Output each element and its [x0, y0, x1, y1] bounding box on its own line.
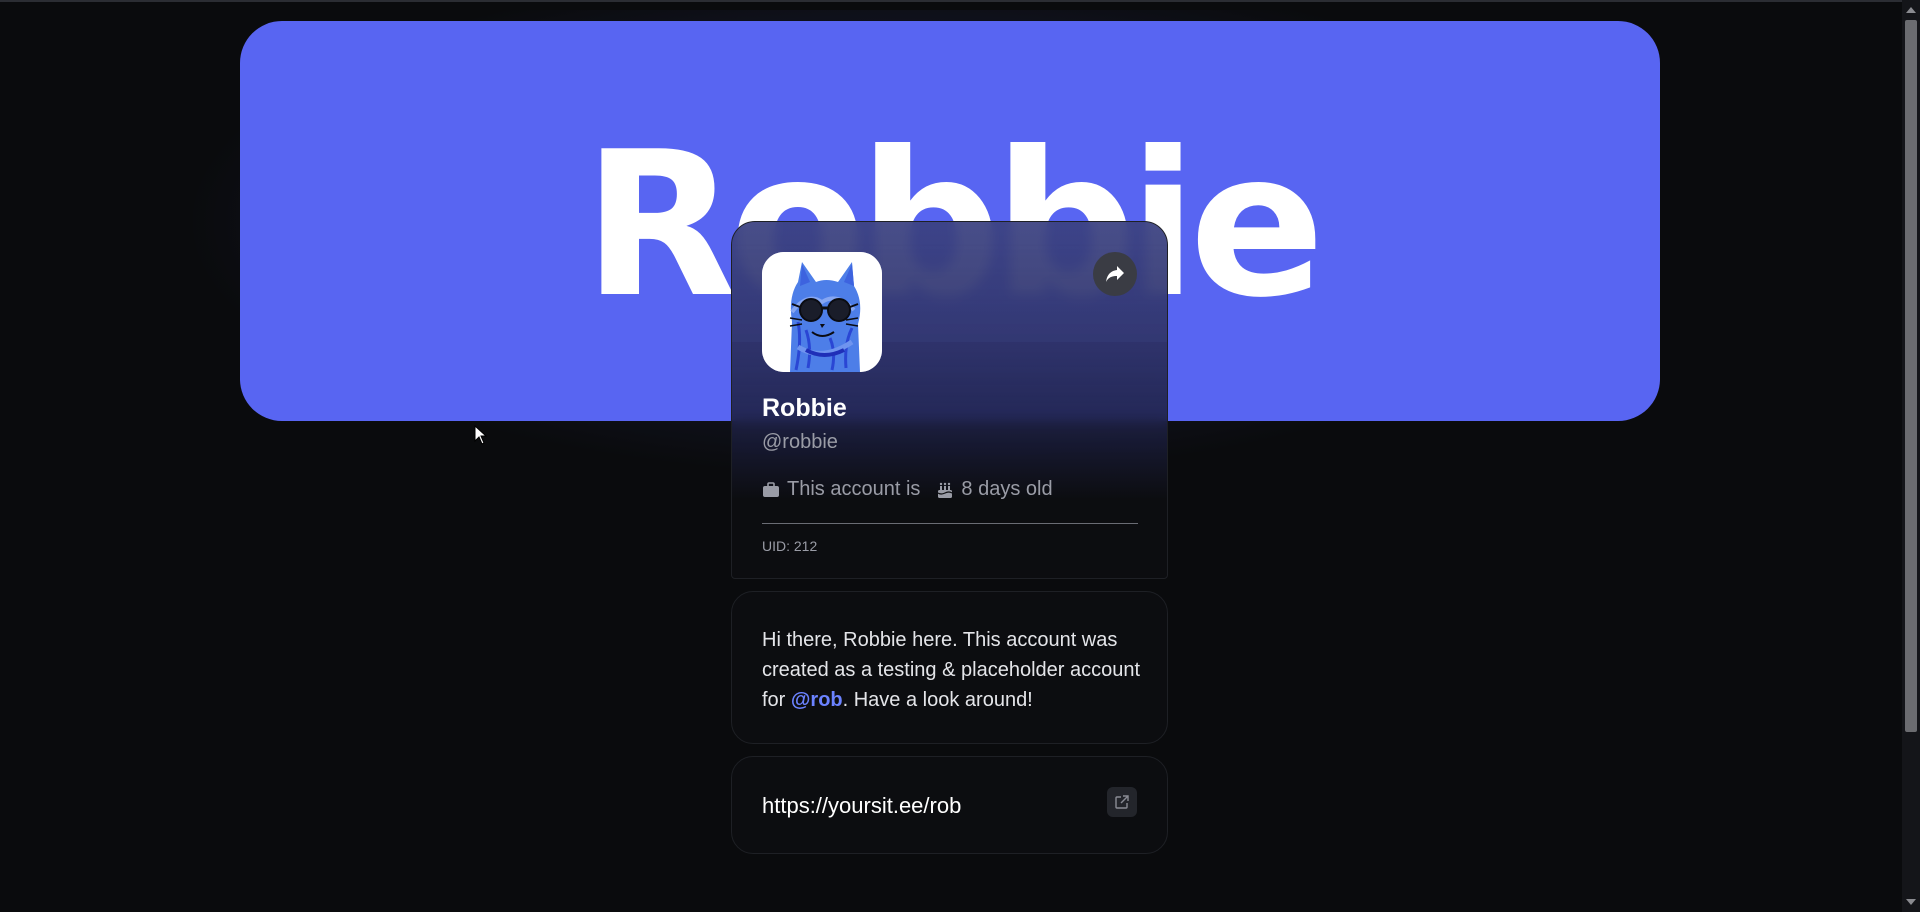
bio-text: Hi there, Robbie here. This account was … — [762, 625, 1147, 715]
share-button[interactable] — [1093, 252, 1137, 296]
avatar[interactable] — [762, 252, 882, 372]
briefcase-icon — [763, 481, 779, 497]
page: Robbie @robbie This account is 8 days ol… — [0, 0, 1920, 912]
divider — [762, 523, 1138, 524]
bio-text-end: . Have a look around! — [842, 689, 1033, 711]
profile-card: Robbie @robbie This account is 8 days ol… — [731, 221, 1168, 579]
account-status: This account is — [762, 478, 920, 501]
share-icon — [1106, 266, 1124, 282]
cat-drawing-avatar-icon — [762, 252, 882, 372]
scrollbar[interactable] — [1902, 0, 1920, 912]
link-card[interactable]: https://yoursit.ee/rob — [731, 756, 1168, 854]
scroll-down-arrow[interactable] — [1906, 899, 1916, 905]
mouse-cursor-icon — [474, 424, 488, 450]
external-link-button[interactable] — [1107, 787, 1137, 817]
username-handle: @robbie — [762, 431, 838, 453]
cake-icon — [938, 482, 953, 498]
profile-meta: This account is 8 days old — [762, 478, 1069, 501]
scroll-thumb[interactable] — [1905, 20, 1917, 732]
account-age-text: 8 days old — [961, 478, 1053, 500]
account-status-text: This account is — [787, 478, 921, 500]
display-name: Robbie — [762, 394, 847, 422]
bio-card: Hi there, Robbie here. This account was … — [731, 591, 1168, 744]
external-link-icon — [1115, 795, 1129, 809]
top-border — [0, 0, 1902, 2]
account-age: 8 days old — [936, 478, 1053, 501]
user-id: UID: 212 — [762, 538, 818, 554]
scroll-up-arrow[interactable] — [1906, 7, 1916, 13]
link-url[interactable]: https://yoursit.ee/rob — [762, 793, 961, 819]
mention-link[interactable]: @rob — [791, 689, 843, 711]
